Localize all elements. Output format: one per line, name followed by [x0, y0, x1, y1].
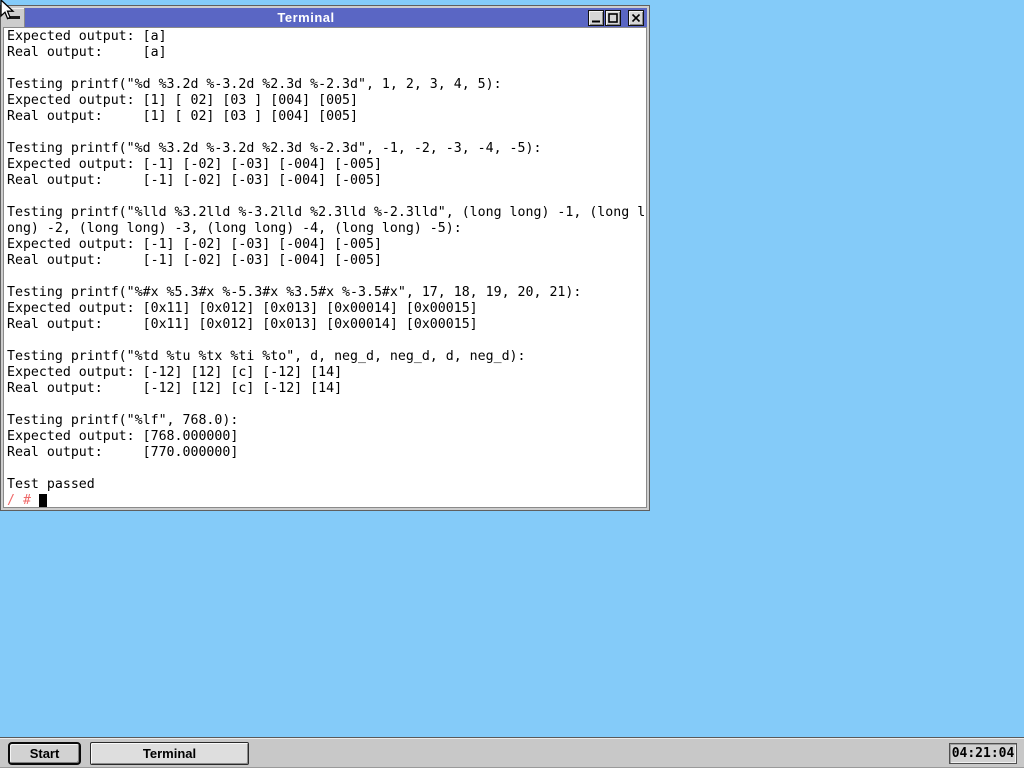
- taskbar-clock: 04:21:04: [949, 743, 1017, 764]
- close-icon: [631, 13, 641, 23]
- taskbar-item-label: Terminal: [143, 746, 196, 761]
- terminal-window: Terminal Expected output: [a] Real outpu…: [0, 5, 650, 511]
- minimize-icon: [591, 13, 601, 23]
- taskbar-item-terminal[interactable]: Terminal: [90, 742, 249, 765]
- window-controls: [587, 8, 647, 27]
- terminal-content[interactable]: Expected output: [a] Real output: [a] Te…: [3, 27, 647, 508]
- close-button[interactable]: [628, 10, 644, 26]
- mouse-cursor-icon: [0, 0, 16, 22]
- shell-prompt: / #: [7, 493, 31, 508]
- minimize-button[interactable]: [588, 10, 604, 26]
- terminal-output: Expected output: [a] Real output: [a] Te…: [7, 29, 646, 493]
- taskbar: Start Terminal 04:21:04: [0, 737, 1024, 768]
- window-title: Terminal: [25, 8, 587, 27]
- start-button-label: Start: [30, 746, 60, 761]
- titlebar[interactable]: Terminal: [3, 8, 647, 27]
- prompt-line: / #: [7, 493, 646, 508]
- maximize-button[interactable]: [605, 10, 621, 26]
- start-button[interactable]: Start: [8, 742, 81, 765]
- maximize-icon: [608, 13, 618, 23]
- text-cursor-block: [39, 494, 47, 508]
